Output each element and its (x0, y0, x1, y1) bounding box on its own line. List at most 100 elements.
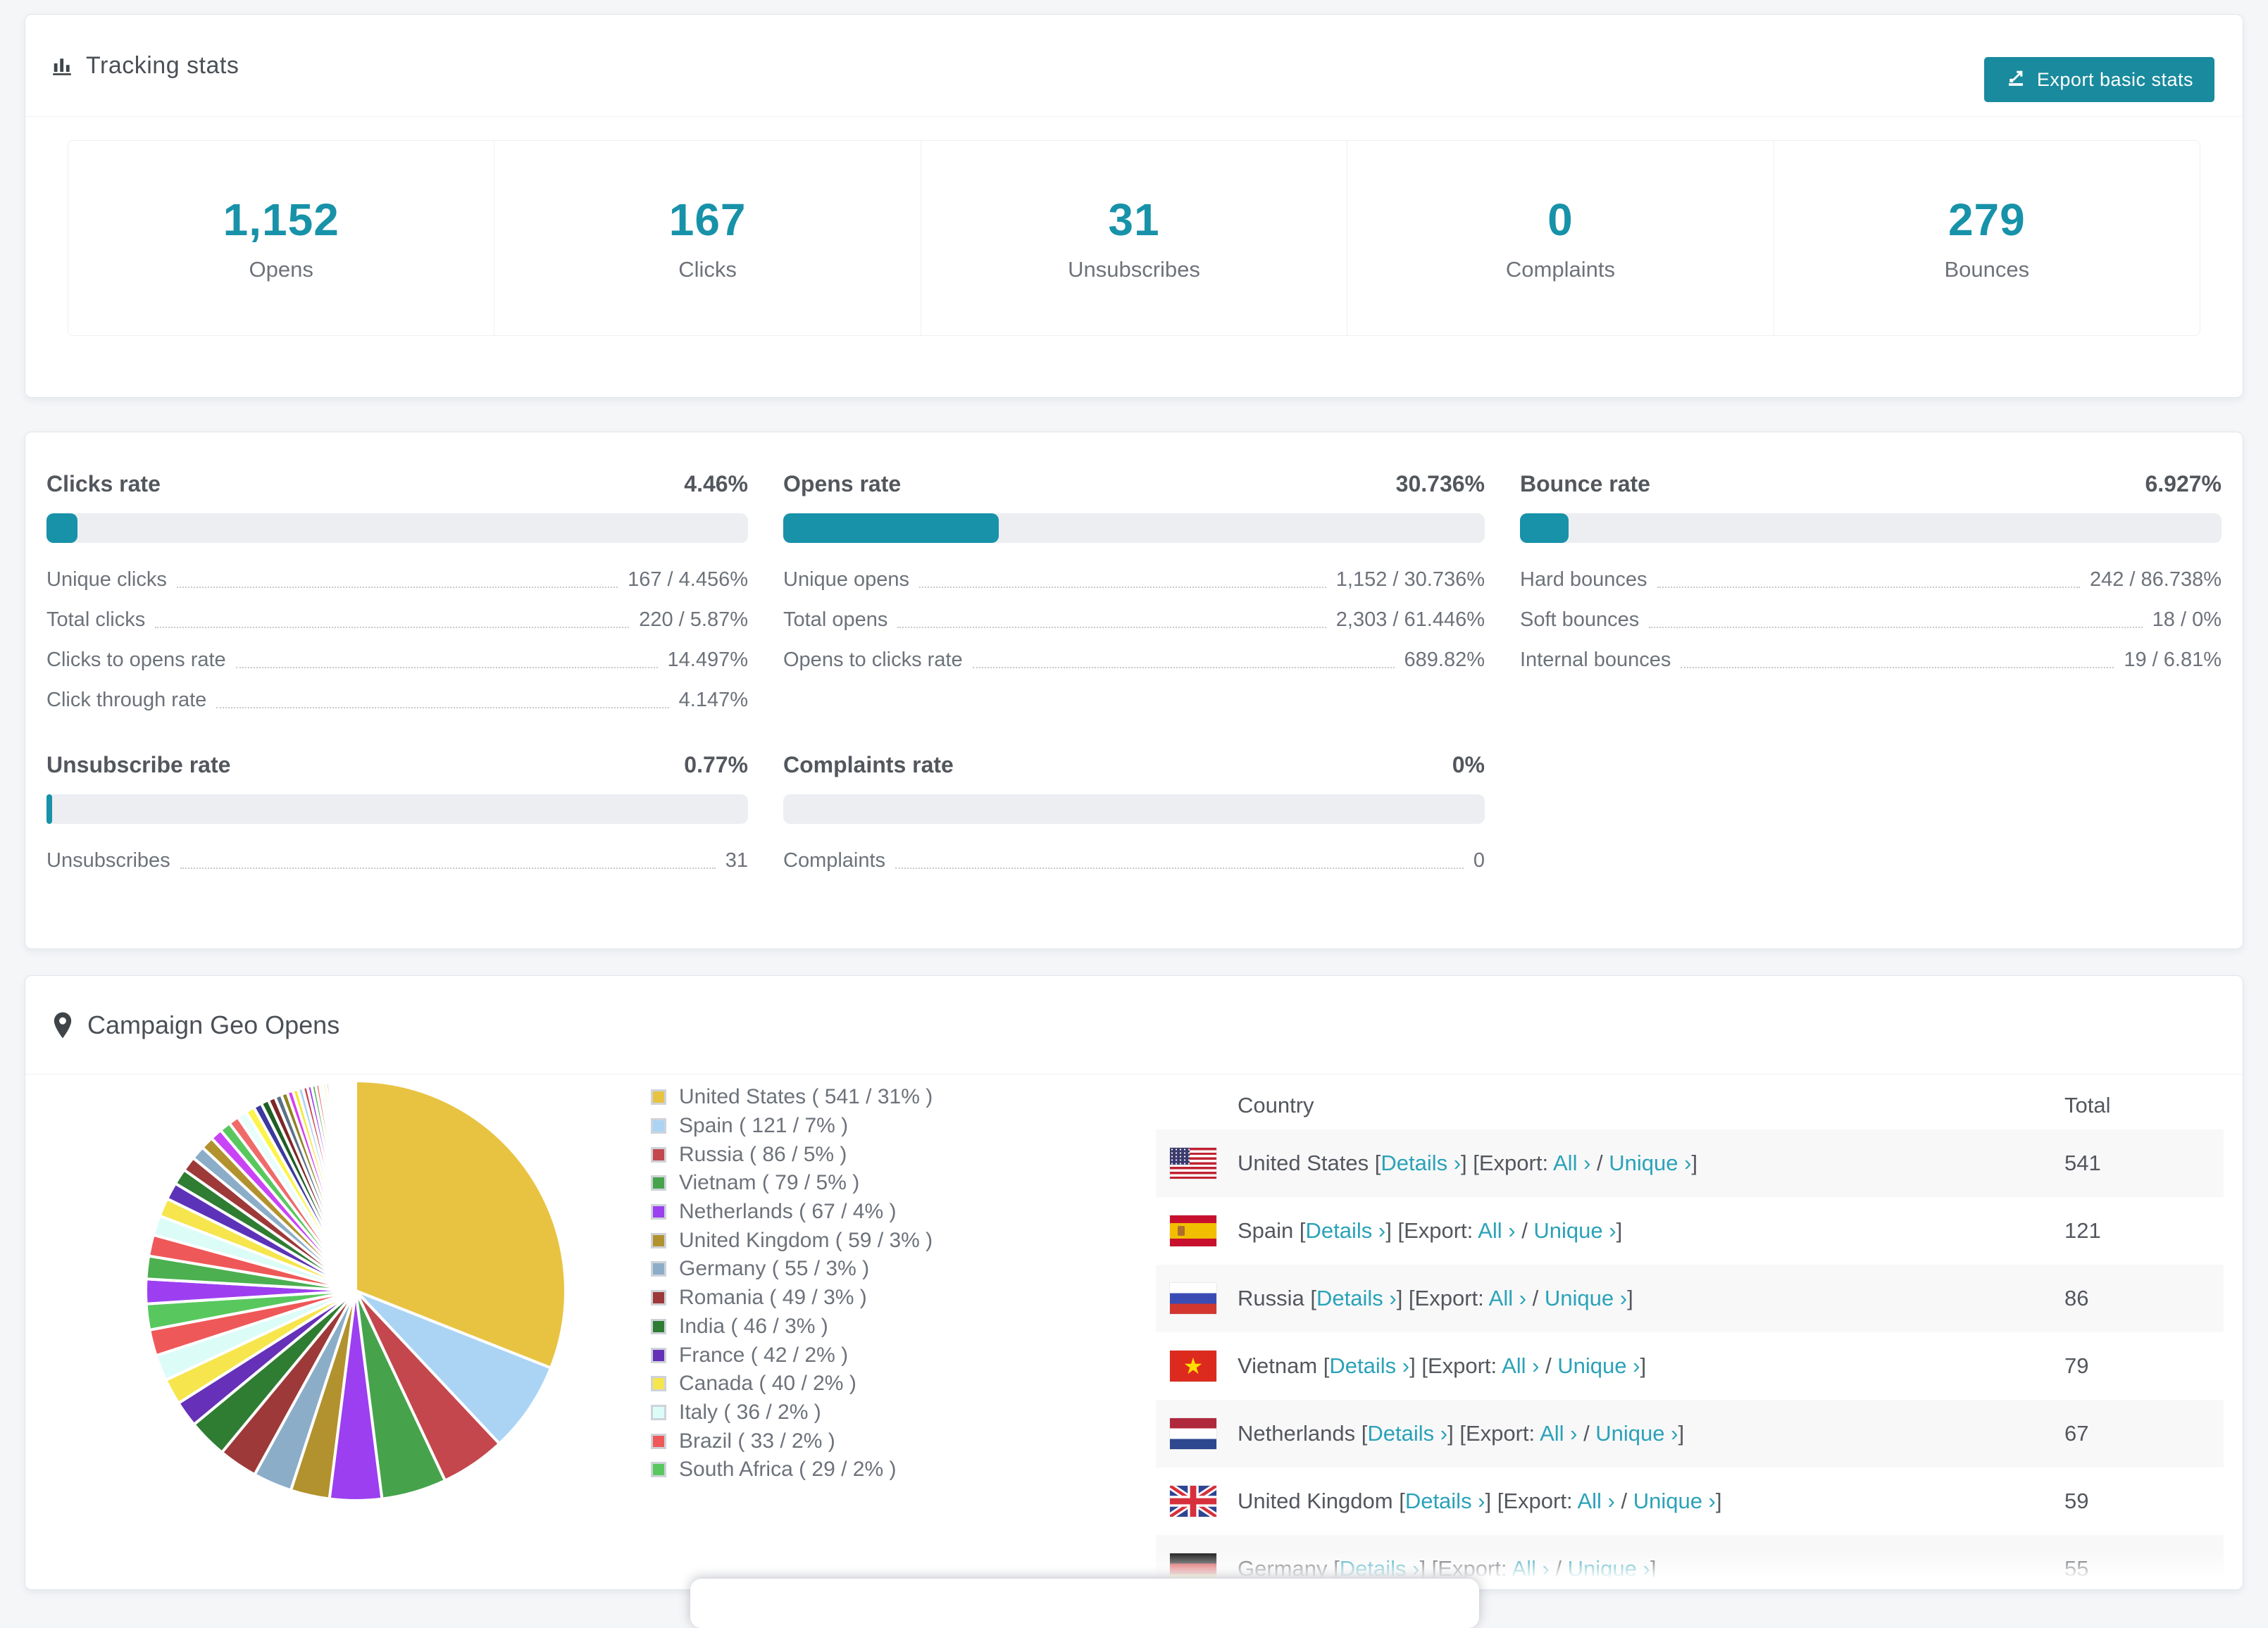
export-all-link[interactable]: All › (1512, 1556, 1549, 1581)
details-link[interactable]: Details › (1329, 1353, 1409, 1378)
legend-color-swatch (651, 1089, 666, 1106)
table-row-es: Spain [Details ›] [Export: All › / Uniqu… (1156, 1197, 2224, 1265)
details-link[interactable]: Details › (1340, 1556, 1420, 1581)
total-column-header: Total (2064, 1093, 2111, 1117)
bracket: ] (1650, 1556, 1657, 1581)
export-unique-link[interactable]: Unique › (1545, 1286, 1627, 1310)
rate-progress-fill (783, 513, 999, 543)
details-link[interactable]: Details › (1381, 1151, 1461, 1175)
table-row-ru: Russia [Details ›] [Export: All › / Uniq… (1156, 1265, 2224, 1332)
legend-label: Brazil ( 33 / 2% ) (679, 1429, 835, 1453)
rate-detail-value: 220 / 5.87% (639, 608, 748, 631)
dotted-leader (1649, 627, 2143, 628)
rate-detail-label: Soft bounces (1520, 608, 1640, 631)
rate-value: 0.77% (684, 751, 748, 777)
rate-value: 6.927% (2145, 470, 2222, 496)
export-all-link[interactable]: All › (1553, 1151, 1590, 1175)
country-cell: Spain [Details ›] [Export: All › / Uniqu… (1238, 1218, 1622, 1244)
rate-section-header: Complaints rate 0% (783, 746, 1485, 783)
slash: / (1577, 1421, 1596, 1446)
export-all-link[interactable]: All › (1502, 1353, 1539, 1378)
rate-detail-rows: Unique opens 1,152 / 30.736% Total opens 2,… (783, 560, 1485, 680)
dotted-leader (180, 868, 716, 869)
rate-section-opens-rate: Opens rate 30.736% Unique opens 1,152 / 30.… (783, 465, 1485, 720)
total-cell: 59 (2064, 1489, 2089, 1513)
legend-item: France ( 42 / 2% ) (651, 1341, 933, 1370)
table-row-us: United States [Details ›] [Export: All ›… (1156, 1129, 2224, 1197)
country-name: Spain (1238, 1218, 1300, 1243)
geo-opens-pie-chart (144, 1079, 567, 1502)
country-name: Netherlands (1238, 1421, 1362, 1446)
legend-label: France ( 42 / 2% ) (679, 1343, 849, 1367)
table-row-nl: Netherlands [Details ›] [Export: All › /… (1156, 1400, 2224, 1467)
rate-detail-rows: Complaints 0 (783, 841, 1485, 881)
rate-progress-track (783, 513, 1485, 543)
details-link[interactable]: Details › (1316, 1286, 1397, 1310)
export-button-label: Export basic stats (2036, 68, 2193, 90)
legend-label: Italy ( 36 / 2% ) (679, 1400, 821, 1424)
stat-label: Clicks (678, 257, 737, 282)
export-unique-link[interactable]: Unique › (1568, 1556, 1650, 1581)
legend-label: Canada ( 40 / 2% ) (679, 1372, 856, 1396)
export-all-link[interactable]: All › (1577, 1489, 1614, 1513)
legend-item: United Kingdom ( 59 / 3% ) (651, 1226, 933, 1255)
export-all-link[interactable]: All › (1478, 1218, 1515, 1243)
rate-detail-row: Click through rate 4.147% (46, 680, 748, 720)
bracket: ] [Export: (1385, 1218, 1478, 1243)
details-link[interactable]: Details › (1306, 1218, 1386, 1243)
export-unique-link[interactable]: Unique › (1557, 1353, 1640, 1378)
es-flag-icon (1170, 1215, 1216, 1246)
rate-detail-value: 1,152 / 30.736% (1335, 568, 1485, 591)
details-link[interactable]: Details › (1367, 1421, 1447, 1446)
rate-detail-label: Unique clicks (46, 568, 167, 591)
rate-progress-track (46, 513, 748, 543)
rate-detail-value: 14.497% (667, 649, 749, 671)
rate-detail-label: Click through rate (46, 689, 207, 711)
total-cell: 55 (2064, 1556, 2089, 1581)
floating-bottom-panel (690, 1579, 1479, 1628)
rate-progress-fill (1520, 513, 1569, 543)
legend-color-swatch (651, 1204, 666, 1220)
total-cell: 86 (2064, 1286, 2089, 1310)
rate-progress-track (783, 794, 1485, 824)
page-title: Tracking stats (86, 51, 239, 79)
legend-item: Spain ( 121 / 7% ) (651, 1112, 933, 1141)
legend-label: Russia ( 86 / 5% ) (679, 1142, 847, 1166)
legend-color-swatch (651, 1347, 666, 1363)
export-unique-link[interactable]: Unique › (1595, 1421, 1678, 1446)
legend-item: United States ( 541 / 31% ) (651, 1083, 933, 1112)
legend-color-swatch (651, 1290, 666, 1306)
export-unique-link[interactable]: Unique › (1633, 1489, 1716, 1513)
vn-flag-icon (1170, 1351, 1216, 1382)
rate-section-bounce-rate: Bounce rate 6.927% Hard bounces 242 / 86.73… (1520, 465, 2222, 720)
rate-title: Complaints rate (783, 751, 954, 777)
export-basic-stats-button[interactable]: Export basic stats (1983, 57, 2214, 102)
legend-item: Italy ( 36 / 2% ) (651, 1398, 933, 1427)
geo-table-body: United States [Details ›] [Export: All ›… (1156, 1129, 2224, 1589)
export-unique-link[interactable]: Unique › (1609, 1151, 1691, 1175)
rate-detail-row: Hard bounces 242 / 86.738% (1520, 560, 2222, 600)
country-cell: Vietnam [Details ›] [Export: All › / Uni… (1238, 1353, 1646, 1379)
legend-item: Germany ( 55 / 3% ) (651, 1255, 933, 1284)
rate-detail-rows: Hard bounces 242 / 86.738% Soft bounces 18 … (1520, 560, 2222, 680)
total-cell: 67 (2064, 1421, 2089, 1446)
rates-grid-row-2: Unsubscribe rate 0.77% Unsubscribes 31 Compl… (46, 746, 2222, 881)
export-all-link[interactable]: All › (1489, 1286, 1526, 1310)
legend-item: Netherlands ( 67 / 4% ) (651, 1198, 933, 1227)
rate-detail-rows: Unique clicks 167 / 4.456% Total clicks 220… (46, 560, 748, 720)
us-flag-icon (1170, 1148, 1216, 1179)
legend-item: Brazil ( 33 / 2% ) (651, 1427, 933, 1455)
country-cell: Russia [Details ›] [Export: All › / Uniq… (1238, 1286, 1633, 1311)
country-column-header: Country (1238, 1093, 1314, 1117)
country-name: Russia (1238, 1286, 1311, 1310)
stat-label: Unsubscribes (1068, 257, 1200, 282)
export-all-link[interactable]: All › (1540, 1421, 1577, 1446)
gb-flag-icon (1170, 1486, 1216, 1517)
bracket: [ (1310, 1286, 1316, 1310)
stat-cell-unsubscribes: 31 Unsubscribes (921, 141, 1348, 335)
details-link[interactable]: Details › (1405, 1489, 1485, 1513)
export-unique-link[interactable]: Unique › (1533, 1218, 1616, 1243)
legend-item: Canada ( 40 / 2% ) (651, 1370, 933, 1398)
geo-opens-body: United States ( 541 / 31% ) Spain ( 121 /… (25, 1075, 2243, 1589)
bracket: ] [Export: (1396, 1286, 1489, 1310)
